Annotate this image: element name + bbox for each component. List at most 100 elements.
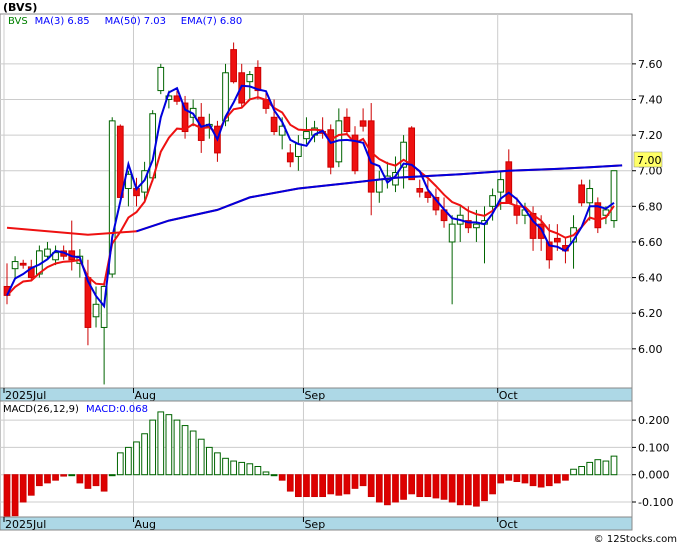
legend-entry: MA(3) 6.85 xyxy=(35,16,90,27)
macd-tick-label: 0.100 xyxy=(638,441,670,454)
macd-bar-positive xyxy=(594,459,602,476)
macd-bar-positive xyxy=(205,446,213,476)
macd-bar-negative xyxy=(432,474,440,499)
macd-bar-negative xyxy=(521,474,529,484)
candle-body-up xyxy=(375,179,383,193)
date-label: Sep xyxy=(304,518,325,531)
macd-bar-negative xyxy=(44,474,51,484)
macd-bar-positive xyxy=(189,430,197,476)
candle-body-up xyxy=(44,248,51,257)
candle-body-down xyxy=(505,161,513,204)
candle xyxy=(610,170,618,228)
candle xyxy=(594,197,602,234)
candle-body-up xyxy=(303,131,310,140)
macd-bar-negative xyxy=(473,474,480,507)
price-tick-label: 7.60 xyxy=(638,58,663,71)
macd-bar-negative xyxy=(343,474,351,495)
price-tick-label: 6.80 xyxy=(638,200,663,213)
macd-bar-positive xyxy=(141,433,148,476)
candle-body-down xyxy=(343,116,351,133)
candle-body-up xyxy=(295,143,302,157)
macd-bar-negative xyxy=(392,474,399,503)
macd-bar-negative xyxy=(375,474,383,503)
macd-bar-positive xyxy=(133,441,140,476)
macd-bar-positive xyxy=(214,452,221,476)
macd-bar-positive xyxy=(181,425,189,476)
macd-bar-negative xyxy=(278,474,286,481)
stock-chart: 7.607.407.207.006.806.606.406.206.00 7.0… xyxy=(0,0,680,546)
macd-bar-negative xyxy=(52,474,59,481)
macd-bar-negative xyxy=(408,474,416,495)
macd-bar-negative xyxy=(367,474,375,498)
macd-bar-negative xyxy=(319,474,326,498)
macd-bar-negative xyxy=(84,474,92,489)
candle-body-down xyxy=(173,95,181,102)
macd-bar-negative xyxy=(416,474,424,498)
candle-body-up xyxy=(448,223,456,243)
macd-bar-negative xyxy=(562,474,569,481)
candle-body-down xyxy=(513,205,521,216)
macd-bar-negative xyxy=(481,474,488,502)
macd-plot-area xyxy=(0,400,633,518)
macd-bar-negative xyxy=(489,474,496,495)
macd-bar-negative xyxy=(19,474,27,503)
date-label: Aug xyxy=(134,389,155,402)
legend-entry: BVS xyxy=(8,16,28,27)
candle-body-down xyxy=(19,262,27,266)
macd-bar-positive xyxy=(270,474,278,477)
candle-body-up xyxy=(610,170,618,222)
candle-body-up xyxy=(497,179,505,193)
candle-body-up xyxy=(92,303,100,318)
candle-body-down xyxy=(327,129,335,168)
date-label: Oct xyxy=(499,389,519,402)
macd-bar-negative xyxy=(60,474,68,477)
macd-panel: 0.200 0.100 0.000 -0.100 MACD(26,12,9) MACD… xyxy=(0,400,673,519)
macd-title: MACD(26,12,9) xyxy=(3,404,79,415)
candle-body-up xyxy=(489,195,496,207)
macd-bar-negative xyxy=(76,474,84,484)
date-label: Oct xyxy=(499,518,519,531)
price-tick-label: 7.40 xyxy=(638,93,663,106)
date-label: Aug xyxy=(134,518,155,531)
macd-bar-negative xyxy=(327,474,335,495)
candle-body-down xyxy=(578,184,585,204)
macd-tick-label: -0.100 xyxy=(638,496,673,509)
macd-bar-negative xyxy=(384,474,391,506)
macd-bar-negative xyxy=(92,474,100,487)
macd-bar-negative xyxy=(36,474,43,487)
macd-bar-positive xyxy=(197,438,205,476)
candle-body-down xyxy=(416,188,424,193)
candle-body-down xyxy=(553,237,561,243)
candle xyxy=(116,124,124,198)
candle xyxy=(408,126,416,181)
macd-bar-positive xyxy=(173,419,181,476)
last-price-tag: 7.00 xyxy=(633,151,663,168)
candle-body-down xyxy=(359,120,367,127)
macd-bar-positive xyxy=(116,452,124,476)
candle-body-up xyxy=(246,74,254,83)
macd-bar-positive xyxy=(246,463,254,476)
price-tick-label: 6.40 xyxy=(638,272,663,285)
macd-bar-negative xyxy=(359,474,367,487)
macd-bar-positive xyxy=(222,457,229,476)
candle-body-up xyxy=(473,223,480,229)
date-label: 2025Jul xyxy=(5,518,46,531)
macd-bar-positive xyxy=(68,474,76,477)
macd-bar-positive xyxy=(149,419,157,476)
candle-body-down xyxy=(116,125,124,198)
macd-bar-negative xyxy=(351,474,359,489)
macd-bar-negative xyxy=(440,474,448,500)
candle-body-up xyxy=(11,261,19,270)
macd-bar-negative xyxy=(529,474,537,487)
macd-bar-negative xyxy=(553,474,561,484)
macd-bar-negative xyxy=(513,474,521,483)
macd-bar-positive xyxy=(238,461,246,476)
macd-bar-positive xyxy=(578,466,585,476)
price-chart-title: (BVS) xyxy=(3,1,37,14)
macd-bar-negative xyxy=(400,474,407,500)
macd-bar-positive xyxy=(165,414,173,476)
macd-bar-negative xyxy=(303,474,310,498)
macd-value-label: MACD:0.068 xyxy=(86,404,148,415)
macd-bar-positive xyxy=(230,460,237,476)
macd-bar-negative xyxy=(335,474,343,496)
